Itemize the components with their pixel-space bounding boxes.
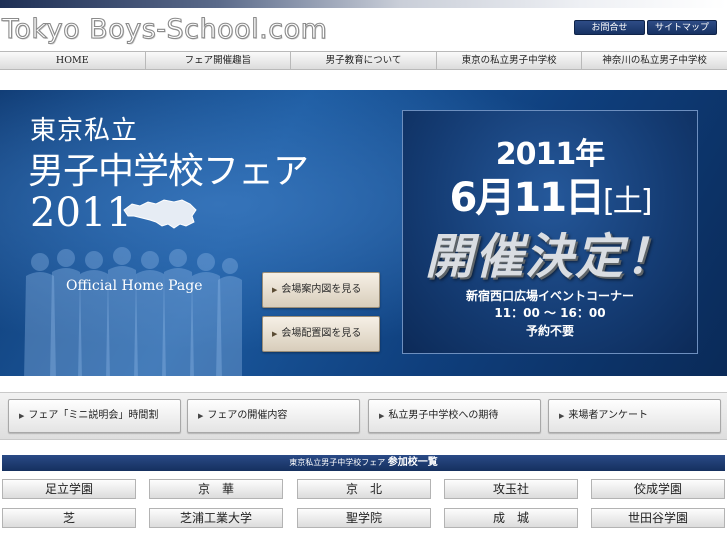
arrow-right-icon: ▶ [19,412,25,420]
official-homepage-label: Official Home Page [66,278,203,294]
visitor-survey-label: 来場者アンケート [568,410,648,421]
top-stripe [0,0,727,8]
mini-briefing-schedule-button[interactable]: ▶ フェア「ミニ説明会」時間割 [8,399,181,433]
event-venue: 新宿西口広場イベントコーナー [465,289,634,303]
inquiry-button[interactable]: お問合せ [574,20,645,35]
participating-schools-heading: 東京私立男子中学校フェア 参加校一覧 [2,455,725,471]
venue-map-button[interactable]: ▶ 会場案内図を見る [262,272,380,308]
school-item[interactable]: 攻玉社 [444,479,578,499]
school-item[interactable]: 世田谷学園 [591,508,725,528]
venue-map-label: 会場案内図を見る [281,284,362,295]
event-weekday: [土] [603,184,652,219]
arrow-right-icon: ▶ [272,330,278,338]
school-item[interactable]: 成 城 [444,508,578,528]
event-hours: 11：00 〜 16：00 [494,306,606,320]
school-item[interactable]: 京 華 [149,479,283,499]
venue-layout-label: 会場配置図を見る [281,328,362,339]
hero-banner: 東京私立 男子中学校フェア 2011 Official Home Page ▶ 会… [0,90,727,376]
venue-layout-button[interactable]: ▶ 会場配置図を見る [262,316,380,352]
school-item[interactable]: 芝浦工業大学 [149,508,283,528]
arrow-right-icon: ▶ [272,286,278,294]
nav-home[interactable]: HOME [0,52,146,69]
nav-tokyo-schools[interactable]: 東京の私立男子中学校 [437,52,583,69]
visitor-survey-button[interactable]: ▶ 来場者アンケート [548,399,721,433]
sitemap-button[interactable]: サイトマップ [647,20,717,35]
tokyo-map-icon [123,199,197,229]
arrow-right-icon: ▶ [198,412,204,420]
hero-year: 2011 [30,190,132,236]
expectations-button[interactable]: ▶ 私立男子中学校への期待 [368,399,541,433]
arrow-right-icon: ▶ [559,412,565,420]
school-item[interactable]: 佼成学園 [591,479,725,499]
event-date-panel: 2011年 6月11日[土] 開催決定！ 新宿西口広場イベントコーナー 11：0… [402,110,698,354]
fair-contents-button[interactable]: ▶ フェアの開催内容 [187,399,360,433]
event-day: 6月11日[土] [403,165,697,223]
school-item[interactable]: 足立学園 [2,479,136,499]
school-item[interactable]: 京 北 [297,479,431,499]
schools-heading-small: 東京私立男子中学校フェア [289,458,386,467]
event-announcement: 開催決定！ [424,229,675,285]
nav-kanagawa-schools[interactable]: 神奈川の私立男子中学校 [582,52,727,69]
secondary-nav: ▶ フェア「ミニ説明会」時間割 ▶ フェアの開催内容 ▶ 私立男子中学校への期待 ▶ 来… [0,392,727,440]
students-silhouette-icon [24,247,242,376]
hero-title: 男子中学校フェア [28,151,309,192]
fair-contents-label: フェアの開催内容 [207,410,288,421]
nav-fair-purpose[interactable]: フェア開催趣旨 [146,52,292,69]
school-item[interactable]: 聖学院 [297,508,431,528]
schools-heading-big: 参加校一覧 [387,457,438,468]
no-reservation-note: 予約不要 [525,324,574,338]
event-date: 6月11日 [449,175,605,221]
expectations-label: 私立男子中学校への期待 [388,410,499,421]
main-nav: HOME フェア開催趣旨 男子教育について 東京の私立男子中学校 神奈川の私立男… [0,51,727,70]
site-logo[interactable]: Tokyo Boys-School.com [1,13,327,48]
arrow-right-icon: ▶ [379,412,385,420]
mini-briefing-label: フェア「ミニ説明会」時間割 [28,410,159,421]
nav-boys-education[interactable]: 男子教育について [291,52,437,69]
school-item[interactable]: 芝 [2,508,136,528]
